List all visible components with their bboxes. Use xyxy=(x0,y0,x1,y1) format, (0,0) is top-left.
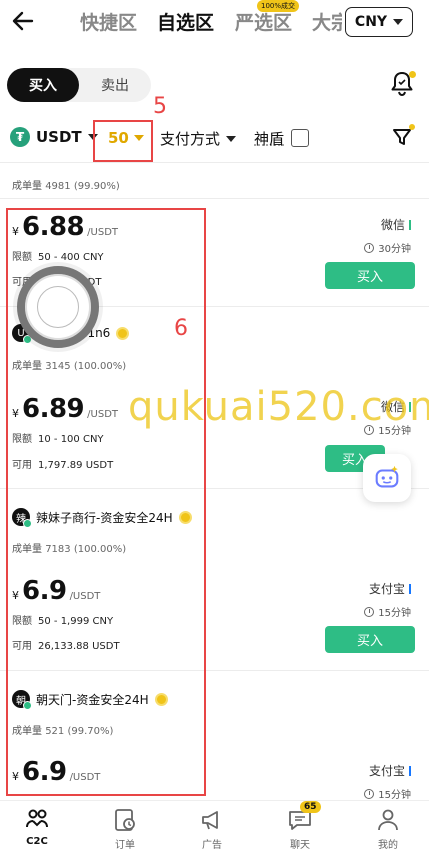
orders-label: 成单量 xyxy=(12,181,42,192)
bottom-tab-bar: C2C 订单 广告 65 聊天 我的 xyxy=(0,800,429,852)
tab-chat-label: 聊天 xyxy=(290,840,310,851)
payment-method-label: 支付方式 xyxy=(160,130,221,148)
filter-dot xyxy=(409,124,415,130)
tab-ads-label: 广告 xyxy=(202,840,222,851)
filter-bar: ₮ USDT 50 支付方式 神盾 xyxy=(0,120,429,162)
user-icon xyxy=(378,809,398,831)
shield-label: 神盾 xyxy=(254,130,285,148)
payment-method: 支付宝 xyxy=(369,762,411,779)
order-clock-icon xyxy=(115,809,135,831)
partial-orders: 成单量 4981 (99.90%) xyxy=(12,177,120,192)
tab-favorites[interactable]: 自选区 xyxy=(157,8,214,35)
tab-selected-label: 严选区 xyxy=(235,12,293,34)
annotation-6: 6 xyxy=(174,316,188,341)
tab-quick[interactable]: 快捷区 xyxy=(80,8,137,35)
sparkle-face-icon xyxy=(375,465,399,488)
currency-value: CNY xyxy=(354,14,388,30)
alipay-bar-icon xyxy=(409,583,411,594)
coin-filter-label: USDT xyxy=(36,128,82,146)
tab-ads[interactable]: 广告 xyxy=(182,807,242,851)
wechat-bar-icon xyxy=(409,219,411,230)
usdt-coin-icon: ₮ xyxy=(10,127,30,147)
ai-assistant-button[interactable] xyxy=(363,454,411,502)
filter-funnel-icon[interactable] xyxy=(391,124,415,148)
timer-value: 15分钟 xyxy=(378,790,411,801)
buy-sell-toggle: 买入 卖出 xyxy=(7,68,151,102)
chevron-down-icon xyxy=(393,19,404,25)
orders-value: 4981 (99.90%) xyxy=(45,181,120,192)
amount-filter-value: 50 xyxy=(108,129,129,147)
payment-method-filter[interactable]: 支付方式 xyxy=(160,128,237,149)
notification-bell-icon[interactable] xyxy=(389,70,416,98)
back-arrow-icon[interactable] xyxy=(10,8,36,34)
amount-filter[interactable]: 50 xyxy=(108,129,144,147)
tab-chat[interactable]: 65 聊天 xyxy=(270,801,330,851)
clock-icon xyxy=(364,242,375,253)
payment-label: 支付宝 xyxy=(368,764,405,778)
chevron-down-icon xyxy=(226,135,237,142)
c2c-people-icon xyxy=(26,809,48,828)
tab-c2c-label: C2C xyxy=(26,836,48,847)
currency-select[interactable]: CNY xyxy=(345,7,413,37)
megaphone-icon xyxy=(202,811,218,830)
payment-label: 支付宝 xyxy=(368,582,405,596)
tab-selected[interactable]: 严选区 100%成交 xyxy=(235,0,300,35)
divider xyxy=(0,162,429,163)
tab-c2c[interactable]: C2C xyxy=(7,807,67,847)
spinner-inner xyxy=(37,286,79,328)
annotation-5: 5 xyxy=(153,94,167,119)
tab-orders-label: 订单 xyxy=(115,840,135,851)
chat-unread-badge: 65 xyxy=(300,801,321,813)
buy-button[interactable]: 买入 xyxy=(325,262,415,289)
clock-icon xyxy=(364,606,375,617)
clock-icon xyxy=(364,788,375,799)
alipay-bar-icon xyxy=(409,765,411,776)
tab-selected-badge: 100%成交 xyxy=(257,0,300,12)
payment-timer: 30分钟 xyxy=(364,240,411,255)
payment-timer: 15分钟 xyxy=(364,786,411,801)
spinner-ring xyxy=(17,266,99,348)
payment-method: 支付宝 xyxy=(369,580,411,597)
divider xyxy=(0,198,429,199)
tab-orders[interactable]: 订单 xyxy=(95,807,155,851)
tab-me[interactable]: 我的 xyxy=(358,807,418,851)
sell-toggle-button[interactable]: 卖出 xyxy=(79,68,151,102)
notification-dot xyxy=(409,71,416,78)
coin-filter[interactable]: ₮ USDT xyxy=(10,127,98,147)
shield-checkbox[interactable] xyxy=(291,129,309,147)
watermark: qukuai520.com xyxy=(128,384,429,430)
loading-spinner xyxy=(13,262,103,352)
tab-bulk[interactable]: 大宗 xyxy=(312,8,342,35)
payment-label: 微信 xyxy=(380,218,405,232)
timer-value: 30分钟 xyxy=(378,244,411,255)
buy-toggle-button[interactable]: 买入 xyxy=(7,68,79,102)
timer-value: 15分钟 xyxy=(378,608,411,619)
buy-button[interactable]: 买入 xyxy=(325,626,415,653)
payment-timer: 15分钟 xyxy=(364,604,411,619)
top-nav: 快捷区 自选区 严选区 100%成交 大宗 CNY xyxy=(0,0,429,46)
tab-me-label: 我的 xyxy=(378,840,398,851)
payment-method: 微信 xyxy=(381,216,411,233)
chevron-down-icon xyxy=(133,135,144,141)
